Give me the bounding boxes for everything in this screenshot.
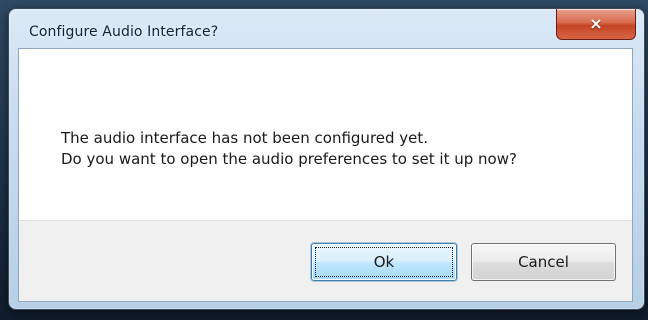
button-bar: Ok Cancel <box>19 220 632 301</box>
dialog-window: Configure Audio Interface? × The audio i… <box>8 8 645 310</box>
dialog-body: The audio interface has not been configu… <box>18 48 633 302</box>
dialog-message: The audio interface has not been configu… <box>61 128 517 170</box>
window-title: Configure Audio Interface? <box>29 23 219 40</box>
cancel-button[interactable]: Cancel <box>471 243 616 281</box>
close-button[interactable]: × <box>556 9 636 40</box>
ok-button[interactable]: Ok <box>311 243 457 281</box>
close-icon: × <box>589 14 603 33</box>
message-line-2: Do you want to open the audio preference… <box>61 150 517 168</box>
message-line-1: The audio interface has not been configu… <box>61 129 429 147</box>
ok-button-label: Ok <box>373 253 395 271</box>
cancel-button-label: Cancel <box>518 253 569 271</box>
